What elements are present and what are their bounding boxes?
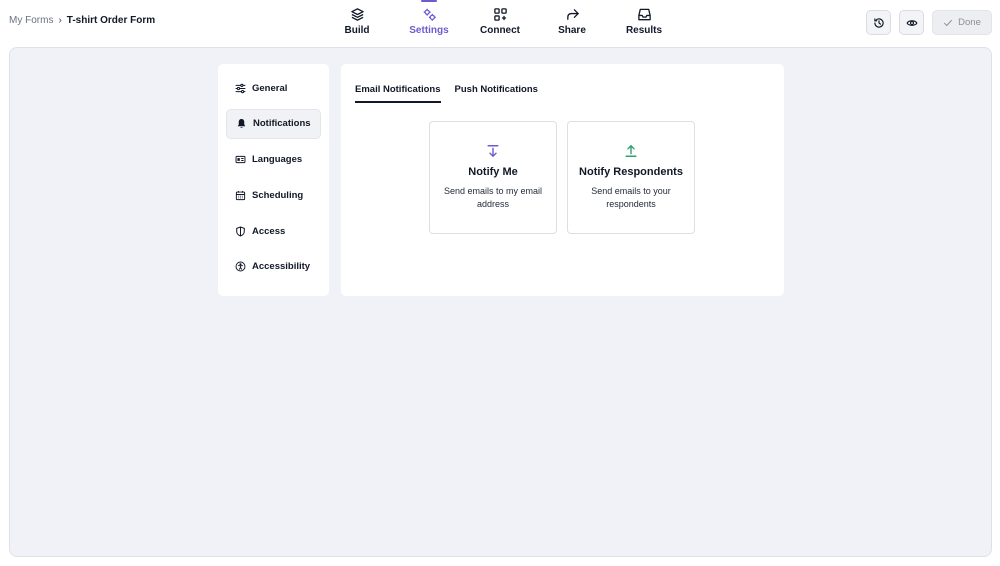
history-icon [873, 17, 884, 28]
option-title: Notify Respondents [579, 166, 683, 178]
breadcrumb-my-forms[interactable]: My Forms [9, 15, 53, 26]
nav-tab-label: Build [344, 25, 370, 36]
active-tab-indicator [421, 0, 437, 2]
layers-icon [350, 8, 364, 21]
breadcrumb-separator: › [58, 15, 62, 26]
calendar-icon [235, 190, 246, 200]
bell-icon [237, 119, 246, 129]
gears-icon [423, 8, 436, 21]
settings-sidebar: General Notifications Languages Scheduli… [218, 64, 329, 296]
breadcrumb: My Forms › T-shirt Order Form [9, 15, 155, 26]
sidebar-item-label: Notifications [253, 118, 311, 130]
nav-tab-settings[interactable]: Settings [393, 0, 465, 44]
share-arrow-icon [566, 9, 579, 20]
done-label: Done [958, 17, 981, 28]
sidebar-item-label: Access [252, 225, 286, 237]
option-description: Send emails to your respondents [591, 186, 671, 209]
notifications-panel: Email Notifications Push Notifications N… [341, 64, 784, 296]
tab-email-notifications[interactable]: Email Notifications [355, 84, 441, 103]
sidebar-item-label: General [252, 82, 288, 94]
nav-tab-share[interactable]: Share [536, 0, 608, 44]
sidebar-item-label: Accessibility [252, 261, 311, 273]
option-description: Send emails to my email address [443, 186, 543, 209]
nav-tab-label: Settings [409, 25, 449, 36]
shield-icon [236, 226, 245, 237]
notification-tabs: Email Notifications Push Notifications [355, 84, 538, 103]
notify-me-card[interactable]: Notify Me Send emails to my email addres… [429, 121, 557, 234]
sidebar-item-notifications[interactable]: Notifications [226, 108, 321, 139]
nav-tab-build[interactable]: Build [321, 0, 393, 44]
arrow-up-from-line-icon [625, 145, 637, 157]
sidebar-item-label: Languages [252, 154, 303, 166]
breadcrumb-current-form: T-shirt Order Form [66, 15, 156, 26]
nav-tab-label: Results [625, 25, 663, 36]
nav-tab-label: Share [558, 25, 586, 36]
top-bar: My Forms › T-shirt Order Form Build Sett… [0, 0, 1000, 44]
sidebar-item-scheduling[interactable]: Scheduling [226, 180, 321, 210]
sidebar-item-languages[interactable]: Languages [226, 145, 321, 175]
nav-tab-label: Connect [480, 25, 520, 36]
notify-respondents-card[interactable]: Notify Respondents Send emails to your r… [567, 121, 695, 234]
inbox-icon [637, 8, 651, 21]
eye-icon [905, 19, 918, 26]
sidebar-item-general[interactable]: General [226, 73, 321, 103]
sidebar-item-label: Scheduling [252, 189, 304, 201]
apps-plus-icon [493, 8, 507, 21]
language-card-icon [235, 156, 246, 164]
done-button[interactable]: Done [932, 10, 992, 35]
sliders-icon [235, 83, 246, 93]
settings-canvas: General Notifications Languages Scheduli… [9, 47, 992, 557]
history-button[interactable] [866, 10, 891, 35]
arrow-down-to-line-icon [487, 145, 499, 157]
tab-push-notifications[interactable]: Push Notifications [455, 84, 538, 103]
header-actions: Done [866, 10, 992, 35]
nav-tab-results[interactable]: Results [608, 0, 680, 44]
check-icon [944, 19, 953, 26]
option-title: Notify Me [468, 166, 518, 178]
nav-tab-connect[interactable]: Connect [464, 0, 536, 44]
sidebar-item-access[interactable]: Access [226, 216, 321, 246]
accessibility-icon [235, 262, 246, 272]
sidebar-item-accessibility[interactable]: Accessibility [226, 252, 321, 282]
preview-button[interactable] [899, 10, 924, 35]
